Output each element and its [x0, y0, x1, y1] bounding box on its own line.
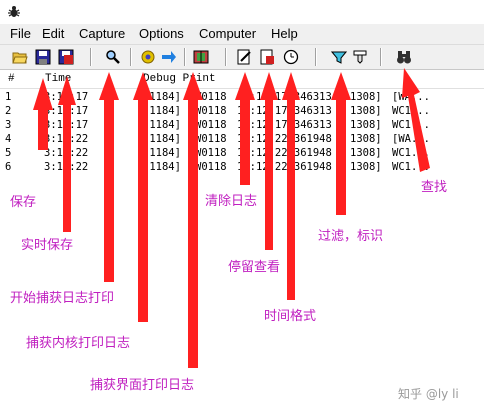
- arrow-save: [33, 78, 53, 150]
- annotation-capture-start: 开始捕获日志打印: [10, 291, 115, 306]
- annotation-capture-kernel: 捕获内核打印日志: [26, 336, 131, 351]
- annotation-capture-ui: 捕获界面打印日志: [90, 378, 195, 393]
- arrow-pause-view: [260, 72, 278, 250]
- arrow-time-format: [282, 72, 300, 300]
- annotation-pause-view: 停留查看: [228, 260, 281, 275]
- annotation-save: 保存: [10, 195, 37, 210]
- arrow-filter: [331, 72, 351, 215]
- annotation-time-format: 时间格式: [264, 309, 317, 324]
- annotation-clear: 清除日志: [205, 194, 258, 209]
- annotation-autosave: 实时保存: [21, 238, 74, 253]
- annotation-filter: 过滤，标识: [318, 229, 384, 244]
- arrow-capture-ui: [183, 72, 203, 368]
- arrow-find: [402, 68, 430, 172]
- arrow-clear: [235, 72, 255, 185]
- arrow-autosave: [58, 76, 76, 232]
- annotation-find: 查找: [421, 180, 448, 195]
- arrow-capture-kernel: [133, 72, 153, 322]
- watermark: 知乎 @ly li: [398, 387, 459, 401]
- arrow-capture-start: [99, 72, 119, 282]
